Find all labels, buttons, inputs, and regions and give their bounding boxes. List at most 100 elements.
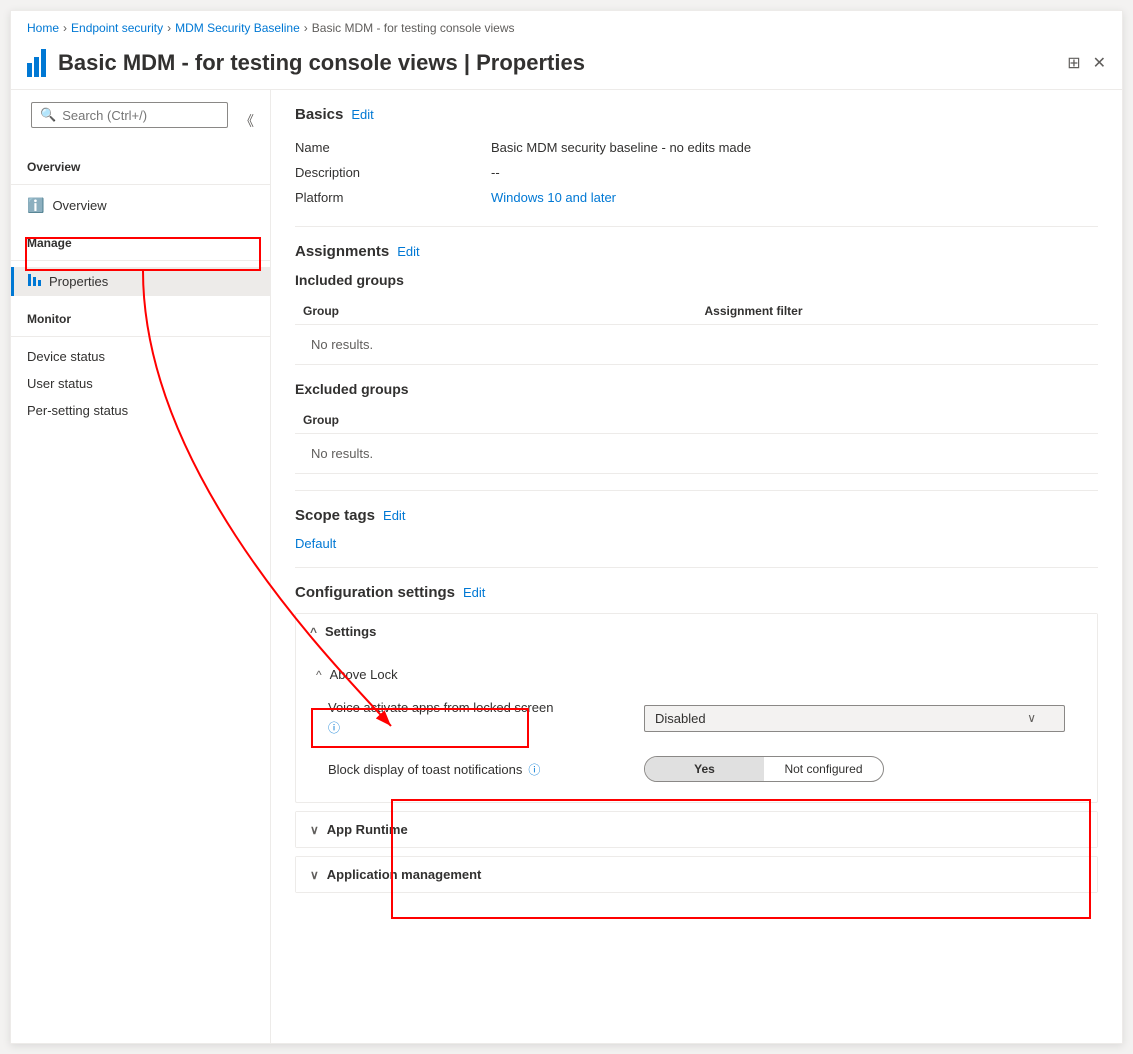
block-display-info-icon[interactable]: ⓘ — [528, 761, 540, 778]
sidebar-item-user-status[interactable]: User status — [11, 370, 270, 397]
settings-accordion: ^ Settings ^ Above Lock Voice activate a… — [295, 613, 1098, 803]
overview-section-label: Overview — [11, 152, 270, 178]
page-header: Basic MDM - for testing console views | … — [11, 41, 1122, 90]
body-layout: 🔍 《 Overview ℹ️ Overview Manage — [11, 90, 1122, 1043]
voice-activate-control[interactable]: Disabled ∨ — [644, 705, 1065, 732]
block-display-control: Yes Not configured — [644, 756, 1065, 782]
header-icon — [27, 49, 46, 77]
app-runtime-accordion: ∨ App Runtime — [295, 811, 1098, 848]
search-box[interactable]: 🔍 — [31, 102, 228, 128]
scope-tag-value: Default — [295, 536, 1098, 551]
sidebar-item-per-setting-status[interactable]: Per-setting status — [11, 397, 270, 424]
main-content: Basics Edit Name Basic MDM security base… — [271, 90, 1122, 1043]
above-lock-header[interactable]: ^ Above Lock — [316, 659, 1077, 690]
settings-accordion-content: ^ Above Lock Voice activate apps from lo… — [296, 649, 1097, 802]
assignments-label: Assignments — [295, 243, 389, 260]
breadcrumb-mdm[interactable]: MDM Security Baseline — [175, 21, 300, 35]
included-table-header: Group Assignment filter — [295, 298, 1098, 325]
manage-section-label: Manage — [11, 228, 270, 254]
excluded-no-results-row: No results. — [295, 434, 1098, 473]
breadcrumb-home[interactable]: Home — [27, 21, 59, 35]
breadcrumb-current: Basic MDM - for testing console views — [312, 21, 515, 35]
page-title: Basic MDM - for testing console views | … — [58, 50, 1055, 76]
basics-edit-link[interactable]: Edit — [351, 107, 373, 122]
sidebar-per-setting-label: Per-setting status — [27, 403, 128, 418]
toggle-yes-option[interactable]: Yes — [645, 757, 764, 781]
description-row: Description -- — [295, 160, 1098, 185]
app-mgmt-accordion-header[interactable]: ∨ Application management — [296, 857, 1097, 892]
name-row: Name Basic MDM security baseline - no ed… — [295, 135, 1098, 160]
breadcrumb-endpoint[interactable]: Endpoint security — [71, 21, 163, 35]
info-icon: ℹ️ — [27, 197, 44, 214]
app-mgmt-chevron-icon: ∨ — [310, 868, 319, 882]
excluded-groups-table: Group No results. — [295, 407, 1098, 474]
voice-activate-row: Voice activate apps from locked screen ⓘ… — [316, 690, 1077, 746]
search-input[interactable] — [62, 108, 219, 123]
above-lock-chevron-up-icon: ^ — [316, 668, 322, 682]
breadcrumb: Home › Endpoint security › MDM Security … — [11, 11, 1122, 41]
assignments-edit-link[interactable]: Edit — [397, 244, 419, 259]
config-settings-edit-link[interactable]: Edit — [463, 585, 485, 600]
sidebar: 🔍 《 Overview ℹ️ Overview Manage — [11, 90, 271, 1043]
settings-accordion-header[interactable]: ^ Settings — [296, 614, 1097, 649]
basics-label: Basics — [295, 106, 343, 123]
group-col-header: Group — [303, 304, 689, 318]
voice-activate-value: Disabled — [655, 711, 706, 726]
properties-icon — [27, 273, 41, 290]
included-groups-table: Group Assignment filter No results. — [295, 298, 1098, 365]
close-icon[interactable]: ✕ — [1093, 53, 1106, 73]
header-actions: ⊞ ✕ — [1067, 53, 1106, 73]
block-display-label: Block display of toast notifications ⓘ — [328, 761, 628, 778]
assignment-filter-col-header: Assignment filter — [705, 304, 1091, 318]
app-runtime-chevron-icon: ∨ — [310, 823, 319, 837]
basics-header: Basics Edit — [295, 106, 1098, 123]
included-no-results-row: No results. — [295, 325, 1098, 364]
settings-chevron-up-icon: ^ — [310, 625, 317, 639]
platform-label: Platform — [295, 190, 475, 205]
monitor-section-label: Monitor — [11, 304, 270, 330]
included-groups-header: Included groups — [295, 272, 1098, 288]
above-lock-label: Above Lock — [330, 667, 398, 682]
excluded-groups-label: Excluded groups — [295, 381, 409, 397]
app-mgmt-label: Application management — [327, 867, 482, 882]
description-value: -- — [491, 165, 500, 180]
sidebar-overview-label: Overview — [52, 198, 106, 213]
sidebar-item-properties[interactable]: Properties — [11, 267, 270, 296]
config-settings-label: Configuration settings — [295, 584, 455, 601]
pin-icon[interactable]: ⊞ — [1067, 53, 1080, 73]
app-runtime-label: App Runtime — [327, 822, 408, 837]
bar-chart-icon — [27, 49, 46, 77]
sidebar-item-overview[interactable]: ℹ️ Overview — [11, 191, 270, 220]
platform-row: Platform Windows 10 and later — [295, 185, 1098, 210]
app-mgmt-accordion: ∨ Application management — [295, 856, 1098, 893]
included-no-results: No results. — [303, 331, 381, 358]
platform-value: Windows 10 and later — [491, 190, 616, 205]
dropdown-chevron-icon: ∨ — [1027, 711, 1036, 725]
name-label: Name — [295, 140, 475, 155]
scope-tags-header: Scope tags Edit — [295, 507, 1098, 524]
excluded-no-results: No results. — [303, 440, 381, 467]
name-value: Basic MDM security baseline - no edits m… — [491, 140, 751, 155]
sidebar-properties-label: Properties — [49, 274, 108, 289]
toggle-not-configured-option[interactable]: Not configured — [764, 757, 883, 781]
excluded-table-header: Group — [295, 407, 1098, 434]
scope-tags-edit-link[interactable]: Edit — [383, 508, 405, 523]
block-display-toggle[interactable]: Yes Not configured — [644, 756, 884, 782]
assignments-header: Assignments Edit — [295, 243, 1098, 260]
included-groups-label: Included groups — [295, 272, 404, 288]
platform-link[interactable]: Windows 10 and later — [491, 190, 616, 205]
description-label: Description — [295, 165, 475, 180]
config-settings-header: Configuration settings Edit — [295, 584, 1098, 601]
sidebar-user-status-label: User status — [27, 376, 93, 391]
sidebar-device-status-label: Device status — [27, 349, 105, 364]
excluded-group-col-header: Group — [303, 413, 1090, 427]
collapse-button[interactable]: 《 — [240, 111, 254, 131]
voice-activate-dropdown[interactable]: Disabled ∨ — [644, 705, 1065, 732]
sidebar-item-device-status[interactable]: Device status — [11, 343, 270, 370]
voice-activate-info-icon[interactable]: ⓘ — [328, 719, 628, 736]
voice-activate-label: Voice activate apps from locked screen ⓘ — [328, 700, 628, 736]
block-display-row: Block display of toast notifications ⓘ Y… — [316, 746, 1077, 792]
settings-accordion-label: Settings — [325, 624, 376, 639]
search-icon: 🔍 — [40, 107, 56, 123]
app-runtime-accordion-header[interactable]: ∨ App Runtime — [296, 812, 1097, 847]
